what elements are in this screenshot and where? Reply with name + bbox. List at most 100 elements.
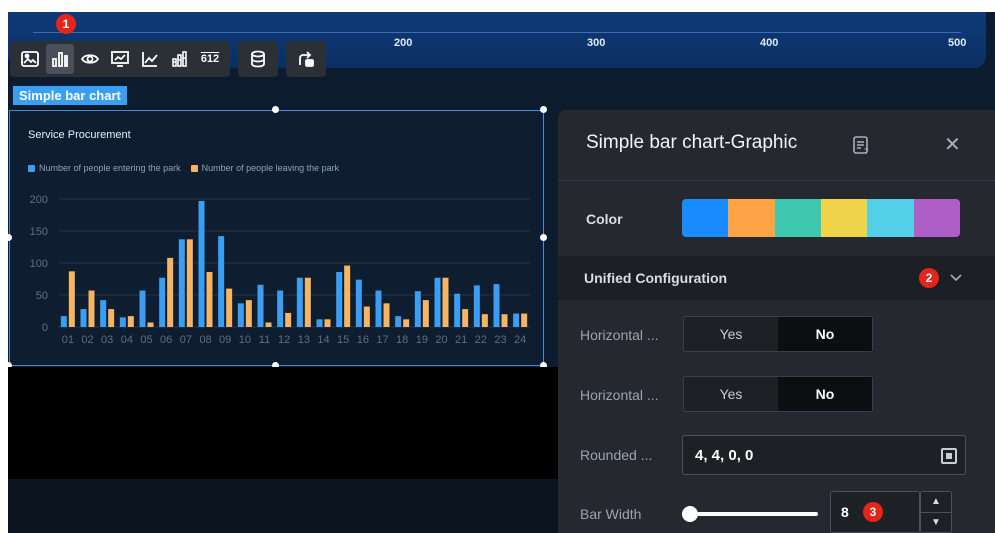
square-icon[interactable]	[941, 448, 957, 464]
bar-entering	[60, 316, 67, 327]
bar-entering	[355, 279, 362, 327]
bar-leaving	[68, 271, 75, 327]
toggle-yes[interactable]: Yes	[684, 317, 778, 351]
color-swatch-blue[interactable]	[682, 199, 729, 237]
ruler-label: 300	[587, 37, 606, 49]
bar-leaving	[167, 257, 174, 327]
horizontal-label-2: Horizontal ...	[580, 387, 659, 403]
bar-leaving	[127, 316, 134, 327]
config-panel: Simple bar chart-Graphic ? ✕ Color Unifi…	[558, 110, 995, 533]
number-icon[interactable]: 612	[196, 44, 224, 74]
bar-width-label: Bar Width	[580, 506, 642, 522]
x-tick-label: 04	[121, 334, 133, 346]
x-tick-label: 05	[140, 334, 152, 346]
color-swatch-teal[interactable]	[774, 199, 821, 237]
toggle-yes[interactable]: Yes	[684, 377, 778, 411]
chevron-up-icon[interactable]: ▲	[921, 492, 951, 513]
horizontal-toggle-1[interactable]: Yes No	[683, 316, 873, 352]
image-icon[interactable]	[16, 44, 44, 74]
x-tick-label: 20	[435, 334, 447, 346]
toolbar-group-charts: 612	[10, 41, 230, 77]
bar-entering	[80, 309, 87, 327]
y-tick-label: 150	[30, 226, 48, 238]
x-tick-label: 22	[475, 334, 487, 346]
eye-icon[interactable]	[76, 44, 104, 74]
horizontal-toggle-2[interactable]: Yes No	[683, 376, 873, 412]
color-swatch-purple[interactable]	[913, 199, 960, 237]
bar-entering	[336, 271, 343, 327]
bar-width-value: 8	[841, 504, 849, 520]
x-tick-label: 15	[337, 334, 349, 346]
bar-entering	[159, 277, 166, 327]
bar-leaving	[403, 319, 410, 327]
stacked-bar-icon[interactable]	[166, 44, 194, 74]
x-tick-label: 14	[317, 334, 329, 346]
section-title: Unified Configuration	[584, 270, 728, 286]
bar-chart-icon[interactable]	[46, 44, 74, 74]
component-tag[interactable]: Simple bar chart	[13, 86, 127, 105]
close-icon[interactable]: ✕	[944, 132, 961, 157]
bar-entering	[493, 284, 500, 327]
resize-handle[interactable]	[272, 106, 279, 113]
resize-handle[interactable]	[540, 106, 547, 113]
bar-leaving	[383, 303, 390, 327]
ruler-label: 500	[948, 37, 967, 49]
rounded-label: Rounded ...	[580, 447, 653, 463]
number-icon-label: 612	[200, 53, 220, 65]
x-tick-label: 02	[81, 334, 93, 346]
unified-config-section-header[interactable]: Unified Configuration 2	[558, 256, 995, 300]
x-tick-label: 12	[278, 334, 290, 346]
rounded-corner-input[interactable]: 4, 4, 0, 0	[682, 435, 966, 475]
bar-width-input[interactable]: 8 3	[830, 491, 920, 533]
bar-width-slider-track[interactable]	[688, 512, 818, 516]
trend-icon[interactable]	[136, 44, 164, 74]
color-swatch-orange[interactable]	[728, 199, 775, 237]
chevron-down-icon[interactable]: ▼	[921, 513, 951, 533]
x-tick-label: 23	[494, 334, 506, 346]
x-tick-label: 13	[298, 334, 310, 346]
ruler-line	[33, 32, 961, 33]
bar-leaving	[206, 271, 213, 327]
bar-width-stepper[interactable]: ▲ ▼	[920, 491, 952, 533]
resize-handle[interactable]	[5, 234, 12, 241]
bar-entering	[296, 277, 303, 327]
resize-handle[interactable]	[540, 234, 547, 241]
document-help-icon[interactable]: ?	[850, 134, 872, 156]
x-tick-label: 16	[357, 334, 369, 346]
bar-entering	[434, 277, 441, 327]
bar-leaving	[521, 313, 528, 327]
bar-width-slider-thumb[interactable]	[682, 506, 698, 522]
toggle-no[interactable]: No	[778, 377, 872, 411]
color-palette[interactable]	[682, 199, 960, 237]
color-label: Color	[586, 211, 623, 227]
chevron-down-icon[interactable]	[950, 274, 962, 282]
transfer-icon[interactable]	[292, 44, 320, 74]
toggle-no[interactable]: No	[778, 317, 872, 351]
bar-entering	[375, 290, 382, 327]
color-swatch-cyan[interactable]	[867, 199, 914, 237]
x-tick-label: 17	[376, 334, 388, 346]
y-tick-label: 50	[36, 290, 48, 302]
x-tick-label: 24	[514, 334, 526, 346]
x-tick-label: 03	[101, 334, 113, 346]
x-tick-label: 09	[219, 334, 231, 346]
bar-leaving	[442, 277, 449, 327]
bar-entering	[218, 236, 225, 327]
bar-chart-component[interactable]: Service Procurement Number of people ent…	[9, 110, 544, 366]
database-icon[interactable]	[244, 44, 272, 74]
pattern-stage-area	[8, 479, 558, 533]
y-tick-label: 0	[42, 322, 48, 334]
step-badge-2: 2	[919, 268, 939, 288]
bar-leaving	[363, 306, 370, 327]
bar-chart-plot: 200 150 100 50 0 01 02 03 04 05 06 07 08 09 10 11 12 13 14…	[30, 194, 530, 346]
bar-leaving	[344, 265, 351, 327]
bar-leaving	[501, 314, 508, 327]
bar-leaving	[481, 314, 488, 327]
divider	[558, 180, 995, 181]
bar-entering	[119, 317, 126, 327]
bar-entering	[139, 290, 146, 327]
x-tick-label: 07	[180, 334, 192, 346]
color-swatch-yellow[interactable]	[820, 199, 868, 237]
line-chart-icon[interactable]	[106, 44, 134, 74]
bar-entering	[237, 303, 244, 327]
